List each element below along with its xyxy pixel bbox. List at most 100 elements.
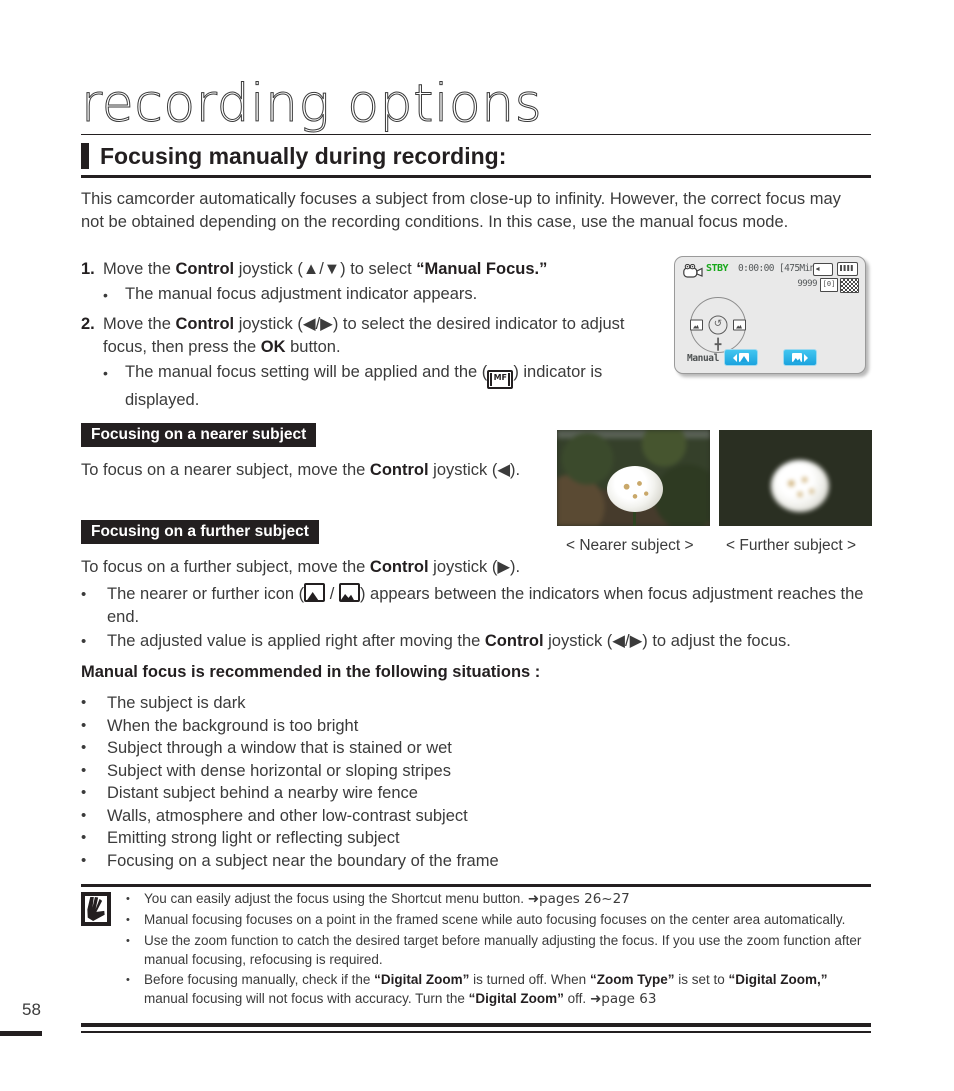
bullet-dot-icon: •	[81, 716, 87, 734]
further-focus-chip	[783, 349, 817, 366]
flower-bloom	[607, 466, 663, 512]
icon-bullet-2-text: The adjusted value is applied right afte…	[107, 630, 871, 653]
list-item: • Distant subject behind a nearby wire fe…	[81, 782, 681, 805]
step-2-part-3: button.	[285, 338, 341, 356]
step-1-control: Control	[175, 260, 235, 278]
petal-centers	[771, 460, 829, 512]
nearer-control: Control	[369, 461, 429, 479]
footer-divider	[81, 1031, 871, 1033]
step-2-part-1: Move the	[103, 315, 176, 333]
page-number: 58	[22, 1000, 41, 1019]
step-2-sub-1: • The manual focus setting will be appli…	[103, 361, 661, 412]
section-accent-bar	[81, 143, 89, 169]
flower-bloom	[771, 460, 829, 512]
section-header: Focusing manually during recording:	[81, 142, 871, 174]
step-1-number: 1.	[81, 260, 95, 278]
note-4-b4: “Digital Zoom”	[468, 990, 564, 1006]
step-1-part-2: joystick (▲/▼) to select	[234, 260, 417, 278]
photo-further-subject	[719, 430, 872, 526]
note-bottom-divider	[81, 1023, 871, 1027]
left-arrow-icon	[733, 353, 737, 362]
icon-bullet-1-pre: The nearer or further icon (	[107, 585, 305, 603]
note-item-4-text: Before focusing manually, check if the “…	[144, 971, 874, 1008]
icon-bullet-2-post: joystick (◀/▶) to adjust the focus.	[543, 632, 791, 650]
note-4-b2: “Zoom Type”	[589, 972, 675, 987]
step-1-sub-1: • The manual focus adjustment indicator …	[103, 283, 661, 307]
icon-bullet-1: • The nearer or further icon ( / ) appea…	[81, 583, 871, 629]
section-heading-text: Focusing manually during recording:	[100, 143, 507, 169]
step-2-text: Move the Control joystick (◀/▶) to selec…	[103, 313, 661, 359]
icon-bullet-2-control: Control	[484, 632, 544, 650]
battery-icon	[837, 262, 858, 276]
photo-nearer-subject	[557, 430, 710, 526]
note-4-page-ref: ➜page 63	[589, 990, 657, 1007]
joystick-dial-graphic: ↺ ╋	[690, 297, 746, 353]
situation-text: Subject through a window that is stained…	[107, 739, 452, 757]
step-1-sub-1-text: The manual focus adjustment indicator ap…	[125, 285, 478, 303]
photo-size-icon: [0]	[820, 278, 838, 292]
note-item-2: • Manual focusing focuses on a point in …	[126, 911, 874, 930]
bullet-dot-icon: •	[81, 694, 87, 711]
note-4-p2: is turned off. When	[469, 972, 590, 987]
dial-left-icon	[690, 319, 703, 331]
note-item-3-text: Use the zoom function to catch the desir…	[144, 933, 862, 967]
step-2-control: Control	[175, 315, 235, 333]
note-item-2-text: Manual focusing focuses on a point in th…	[144, 912, 846, 927]
situation-text: Emitting strong light or reflecting subj…	[107, 829, 400, 847]
note-1-page-ref: ➜pages 26~27	[527, 891, 630, 907]
nearer-paragraph: To focus on a nearer subject, move the C…	[81, 459, 551, 482]
further-control: Control	[369, 558, 429, 576]
icon-bullets-list: • The nearer or further icon ( / ) appea…	[81, 583, 871, 654]
bullet-dot-icon: •	[126, 893, 130, 905]
camcorder-icon	[683, 264, 703, 278]
nearer-text-2: joystick (◀).	[428, 461, 521, 479]
quality-icon	[840, 278, 859, 293]
bullet-dot-icon: •	[103, 287, 108, 303]
bullet-dot-icon: •	[81, 851, 87, 869]
further-subject-icon	[792, 353, 802, 362]
note-4-b1: “Digital Zoom”	[374, 972, 470, 987]
lcd-status-stby: STBY	[706, 263, 729, 274]
nearer-subject-icon	[739, 353, 749, 362]
note-4-p4: manual focusing will not focus with accu…	[144, 990, 469, 1006]
step-1-option: “Manual Focus.”	[416, 260, 548, 278]
note-4-p3: is set to	[674, 972, 729, 987]
situations-list: • The subject is dark • When the backgroun…	[81, 692, 681, 872]
lcd-photo-count: 9999	[797, 279, 817, 289]
section-divider	[81, 175, 871, 178]
dial-right-icon	[733, 319, 746, 331]
further-paragraph: To focus on a further subject, move the …	[81, 556, 551, 579]
bullet-dot-icon: •	[103, 365, 108, 381]
icon-bullet-1-text: The nearer or further icon ( / ) appears…	[107, 583, 871, 629]
note-item-1-text: You can easily adjust the focus using th…	[144, 890, 874, 909]
caption-nearer-subject: < Nearer subject >	[566, 537, 694, 554]
further-subject-icon	[338, 583, 360, 602]
step-2-ok: OK	[260, 338, 286, 356]
further-text-2: joystick (▶).	[428, 558, 521, 576]
situation-text: Focusing on a subject near the boundary …	[107, 851, 499, 870]
list-item: • The subject is dark	[81, 692, 681, 715]
right-arrow-icon	[804, 353, 808, 362]
step-2-number: 2.	[81, 315, 95, 333]
step-1-text: Move the Control joystick (▲/▼) to selec…	[103, 258, 661, 281]
bullet-dot-icon: •	[126, 974, 130, 986]
nearer-text-1: To focus on a nearer subject, move the	[81, 461, 370, 479]
nearer-subject-icon	[304, 583, 326, 602]
list-item: • Subject through a window that is staine…	[81, 737, 681, 760]
bullet-dot-icon: •	[81, 633, 87, 650]
note-item-3: • Use the zoom function to catch the des…	[126, 932, 874, 969]
lcd-screen-illustration: STBY 0:00:00 [475Min] 9999 [0] ↺ ╋ Manua…	[674, 256, 866, 374]
page-title: recording options	[80, 74, 543, 134]
note-1-body: You can easily adjust the focus using th…	[144, 891, 528, 906]
note-top-divider	[81, 884, 871, 887]
situation-text: The subject is dark	[107, 694, 246, 712]
bullet-dot-icon: •	[81, 829, 87, 846]
further-text-1: To focus on a further subject, move the	[81, 558, 370, 576]
caption-further-subject: < Further subject >	[726, 537, 857, 554]
dial-center-icon: ↺	[708, 315, 728, 335]
step-1-part-1: Move the	[103, 260, 176, 278]
situation-text: Distant subject behind a nearby wire fen…	[107, 784, 418, 802]
dial-down-icon: ╋	[714, 339, 722, 351]
situation-text: Walls, atmosphere and other low-contrast…	[107, 806, 468, 825]
situation-text: Subject with dense horizontal or sloping…	[107, 761, 451, 780]
